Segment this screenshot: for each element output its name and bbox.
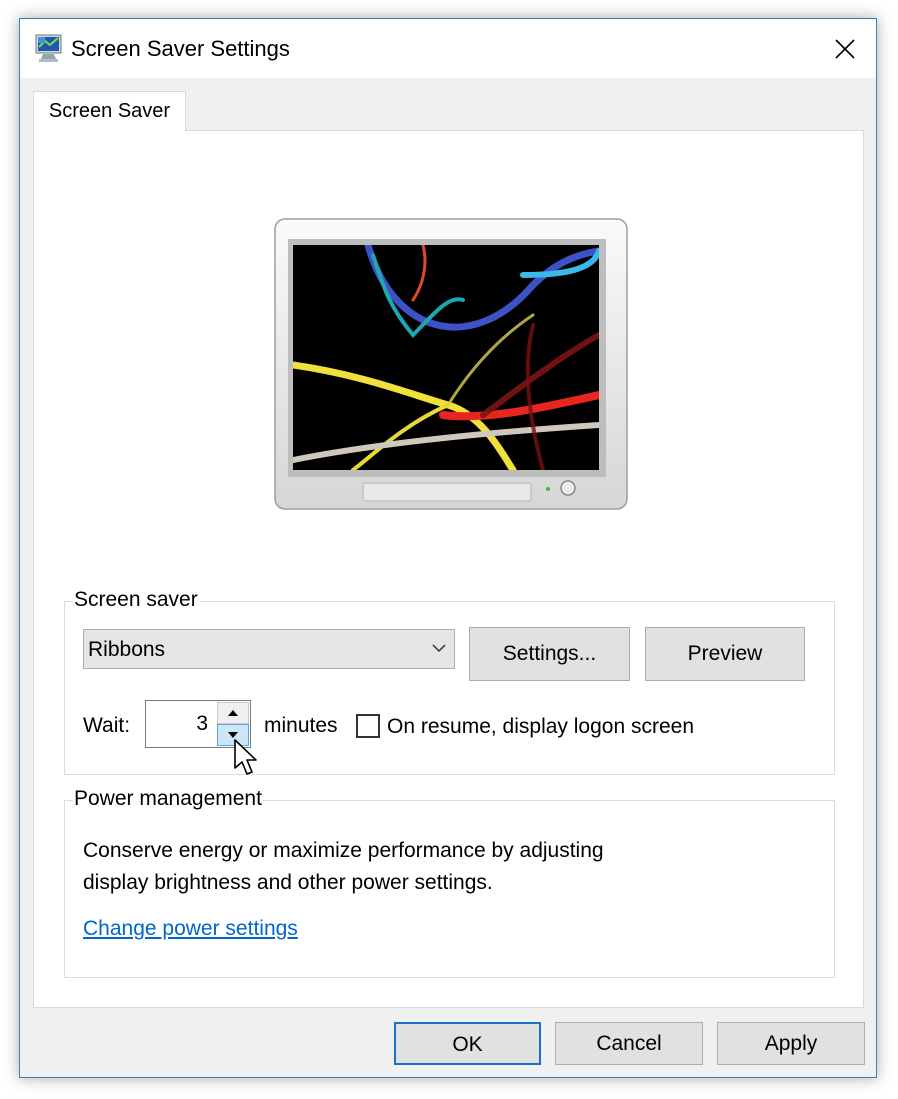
tab-screen-saver[interactable]: Screen Saver <box>33 91 186 131</box>
arrow-up-icon <box>228 710 238 716</box>
tab-panel: Screen saver Ribbons Settings... Preview… <box>33 130 864 1008</box>
power-description: Conserve energy or maximize performance … <box>83 835 604 899</box>
logon-screen-checkbox[interactable] <box>356 714 380 738</box>
wait-label: Wait: <box>83 714 131 737</box>
screen-saver-monitor-icon <box>35 34 62 62</box>
settings-button[interactable]: Settings... <box>469 627 630 681</box>
cancel-button[interactable]: Cancel <box>555 1022 703 1065</box>
screen-saver-select[interactable]: Ribbons <box>83 629 455 669</box>
close-icon <box>835 38 855 59</box>
change-power-settings-link[interactable]: Change power settings <box>83 915 298 943</box>
screen-saver-group: Screen saver Ribbons Settings... Preview… <box>64 587 835 775</box>
spin-up-button[interactable] <box>217 702 249 724</box>
mouse-pointer-icon <box>234 739 257 775</box>
screen-saver-settings-dialog: Screen Saver Settings Screen Saver Scree… <box>19 18 877 1078</box>
close-button[interactable] <box>814 19 876 78</box>
power-management-group: Power management Conserve energy or maxi… <box>64 786 835 978</box>
power-management-group-label: Power management <box>73 786 263 812</box>
ok-button[interactable]: OK <box>394 1022 541 1065</box>
logon-screen-label[interactable]: On resume, display logon screen <box>387 714 694 740</box>
power-description-line: Conserve energy or maximize performance … <box>83 839 604 862</box>
power-description-line: display brightness and other power setti… <box>83 871 493 894</box>
title-bar: Screen Saver Settings <box>20 19 876 78</box>
screen-saver-group-label: Screen saver <box>73 587 199 613</box>
minutes-label: minutes <box>264 714 338 737</box>
selected-screen-saver: Ribbons <box>88 638 166 661</box>
chevron-down-icon <box>432 644 446 653</box>
monitor-preview <box>274 218 628 510</box>
wait-minutes-value: 3 <box>196 712 208 735</box>
apply-button[interactable]: Apply <box>717 1022 865 1065</box>
window-title: Screen Saver Settings <box>71 36 290 61</box>
preview-button[interactable]: Preview <box>645 627 805 681</box>
